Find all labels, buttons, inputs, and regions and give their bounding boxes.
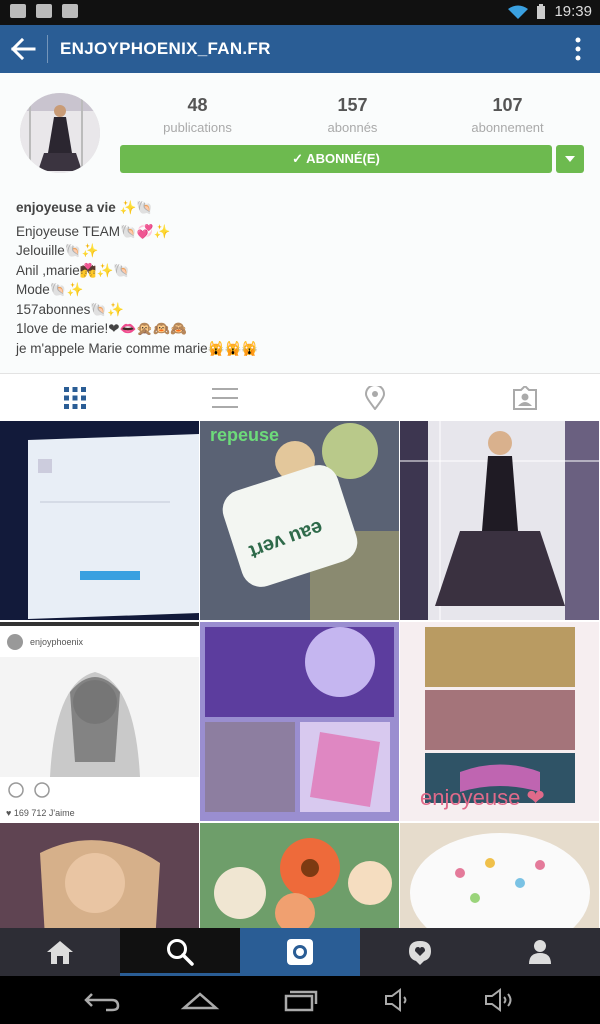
grid-photo[interactable] <box>200 823 399 928</box>
location-pin-icon <box>365 385 385 410</box>
profile-username-title: ENJOYPHOENIX_FAN.FR <box>60 39 271 58</box>
clock-text: 19:39 <box>554 3 592 20</box>
grid-photo[interactable]: enjoyeuse ❤ <box>400 622 599 821</box>
volume-up-icon[interactable] <box>480 986 520 1014</box>
recent-apps-icon[interactable] <box>280 986 320 1014</box>
post-caption: enjoyeuse ❤ <box>420 785 545 810</box>
back-icon[interactable] <box>82 986 122 1014</box>
status-bar: 19:39 <box>0 0 600 25</box>
profile-view-tabs <box>0 373 600 422</box>
following-count: 107 <box>492 95 523 115</box>
briefcase-icon <box>62 4 78 18</box>
bio-line: Anil ,marie💏✨🐚 <box>16 262 131 278</box>
bio: enjoyeuse a vie ✨🐚 Enjoyeuse TEAM🐚💞✨ Jel… <box>16 198 576 358</box>
nav-activity[interactable] <box>360 928 480 976</box>
battery-icon <box>537 3 546 19</box>
post-username: enjoyphoenix <box>30 637 84 647</box>
profile-person-icon <box>529 940 551 964</box>
profile-header: 48 publications 157 abonnés 107 abonneme… <box>0 73 600 373</box>
grid-photo[interactable]: enjoyphoenix ♥ 169 712 J'aime <box>0 622 199 821</box>
home-icon <box>47 941 73 964</box>
following-button[interactable]: ✓ ABONNÉ(E) <box>120 145 552 173</box>
nav-search[interactable] <box>120 928 240 976</box>
bio-line: 1love de marie!❤👄🙊🙉🙈 <box>16 321 187 336</box>
app-bar-divider <box>47 35 48 63</box>
bio-line: je m'appele Marie comme marie🙀🙀🙀 <box>16 340 259 356</box>
post-likes: ♥ 169 712 J'aime <box>6 808 75 818</box>
nav-profile[interactable] <box>480 928 600 976</box>
following-button-label: ✓ ABONNÉ(E) <box>292 151 380 166</box>
grid-photo[interactable] <box>400 823 599 928</box>
bio-line: Mode🐚✨ <box>16 282 84 297</box>
bottom-navigation <box>0 928 600 976</box>
avatar[interactable] <box>20 93 100 173</box>
grid-icon <box>64 386 86 409</box>
bio-line: Enjoyeuse TEAM🐚💞✨ <box>16 223 171 239</box>
search-icon <box>167 939 194 966</box>
stat-publications: 48 publications <box>120 95 275 135</box>
bio-name: enjoyeuse a vie ✨🐚 <box>16 200 154 215</box>
system-navigation-bar <box>0 976 600 1024</box>
tagged-person-icon <box>513 385 537 410</box>
tab-tagged-view[interactable] <box>450 374 600 421</box>
publications-count: 48 <box>187 95 208 115</box>
grid-photo[interactable] <box>0 823 199 928</box>
add-contact-icon <box>10 4 26 18</box>
grid-photo[interactable] <box>400 421 599 620</box>
publications-label: publications <box>163 120 232 135</box>
followers-label: abonnés <box>327 120 378 135</box>
image-icon <box>36 4 52 18</box>
wifi-icon <box>508 5 529 19</box>
grid-photo[interactable] <box>0 421 199 620</box>
grid-photo[interactable] <box>200 622 399 821</box>
home-nav-icon[interactable] <box>180 986 220 1014</box>
back-arrow-icon[interactable] <box>10 37 36 61</box>
bio-line: Jelouille🐚✨ <box>16 243 99 258</box>
nav-home[interactable] <box>0 928 120 976</box>
caret-down-icon <box>565 156 575 162</box>
post-caption: repeuse <box>210 425 280 445</box>
overflow-menu-icon[interactable] <box>574 37 582 61</box>
followers-count: 157 <box>337 95 368 115</box>
tab-grid-view[interactable] <box>0 374 150 421</box>
nav-camera[interactable] <box>240 928 360 976</box>
stat-followers[interactable]: 157 abonnés <box>275 95 430 135</box>
activity-heart-icon <box>409 941 431 965</box>
following-label: abonnement <box>471 120 544 135</box>
grid-photo[interactable]: eau vert repeuse <box>200 421 399 620</box>
volume-down-icon[interactable] <box>380 986 420 1014</box>
bio-line: 157abonnes🐚✨ <box>16 301 124 317</box>
app-bar: ENJOYPHOENIX_FAN.FR <box>0 25 600 73</box>
photo-grid: eau vert repeuse enjoyphoenix ♥ 169 712 … <box>0 421 600 928</box>
camera-icon <box>287 939 313 965</box>
tab-list-view[interactable] <box>150 374 300 421</box>
stat-following[interactable]: 107 abonnement <box>430 95 585 135</box>
list-icon <box>212 387 238 408</box>
follow-options-dropdown[interactable] <box>556 145 584 173</box>
tab-map-view[interactable] <box>300 374 450 421</box>
